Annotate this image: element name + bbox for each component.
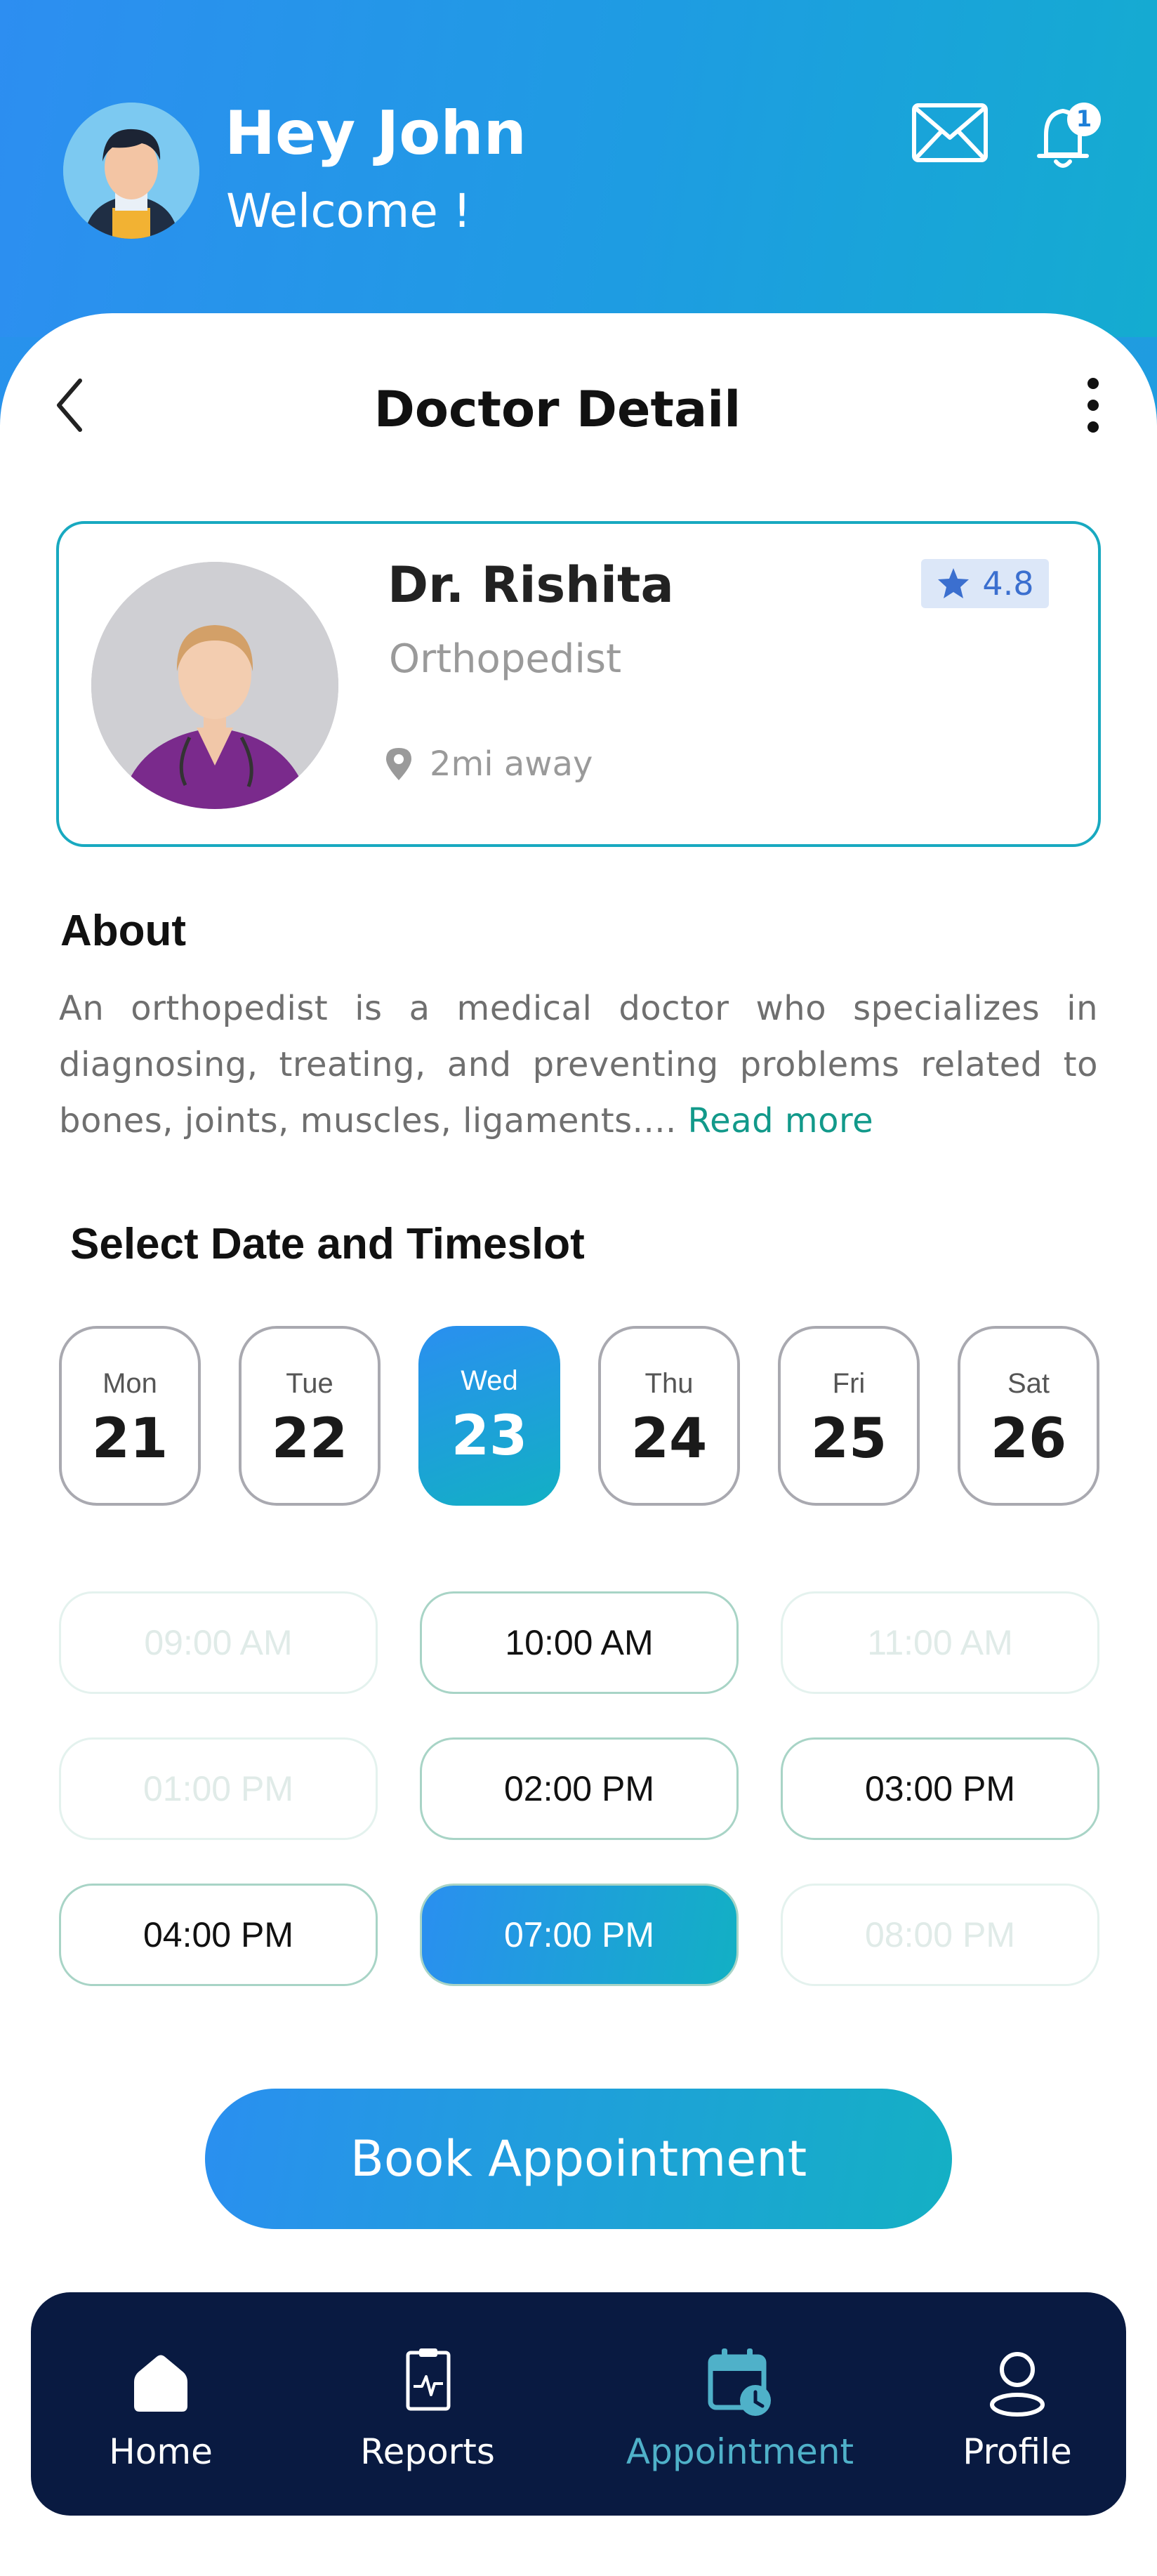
report-icon <box>406 2348 451 2411</box>
rating-value: 4.8 <box>982 565 1034 603</box>
user-icon <box>990 2352 1045 2417</box>
more-options-icon[interactable] <box>1080 368 1106 445</box>
about-text: An orthopedist is a medical doctor who s… <box>59 980 1098 1149</box>
nav-item-appointment[interactable]: Appointment <box>586 2292 894 2516</box>
doctor-card[interactable]: Dr. Rishita Orthopedist 2mi away 4.8 <box>56 521 1101 847</box>
nav-label: Appointment <box>626 2431 854 2472</box>
doctor-name: Dr. Rishita <box>388 556 674 614</box>
date-chip-thu[interactable]: Thu 24 <box>598 1326 740 1506</box>
doctor-photo <box>91 562 338 809</box>
timeslot[interactable]: 03:00 PM <box>781 1737 1099 1840</box>
calendar-clock-icon <box>708 2348 771 2416</box>
app-header: Hey John Welcome ! 1 <box>0 0 1157 337</box>
timeslot: 09:00 AM <box>59 1591 378 1694</box>
bottom-nav: Home Reports Appointment Profile <box>31 2292 1126 2516</box>
date-selector: Mon 21 Tue 22 Wed 23 Thu 24 Fri 25 Sat 2… <box>59 1326 1099 1506</box>
date-day: 26 <box>990 1407 1067 1471</box>
date-dow: Tue <box>286 1368 333 1399</box>
timeslot: 01:00 PM <box>59 1737 378 1840</box>
timeslot: 08:00 PM <box>781 1884 1099 1986</box>
date-dow: Mon <box>103 1368 157 1399</box>
doctor-distance: 2mi away <box>383 744 593 784</box>
home-icon <box>134 2355 187 2412</box>
timeslot[interactable]: 04:00 PM <box>59 1884 378 1986</box>
date-chip-tue[interactable]: Tue 22 <box>239 1326 381 1506</box>
date-day: 23 <box>451 1405 528 1468</box>
nav-item-home[interactable]: Home <box>73 2292 249 2516</box>
date-day: 22 <box>271 1407 348 1471</box>
date-dow: Sat <box>1007 1368 1050 1399</box>
date-dow: Wed <box>461 1365 518 1396</box>
greeting-subtitle: Welcome ! <box>226 184 472 238</box>
nav-label: Home <box>109 2431 213 2472</box>
nav-label: Reports <box>360 2431 495 2472</box>
timeslot[interactable]: 02:00 PM <box>420 1737 739 1840</box>
doctor-specialty: Orthopedist <box>389 636 622 682</box>
page-title: Doctor Detail <box>373 381 741 438</box>
read-more-link[interactable]: Read more <box>687 1101 873 1141</box>
star-icon <box>938 568 970 598</box>
date-dow: Fri <box>832 1368 866 1399</box>
about-body: An orthopedist is a medical doctor who s… <box>59 989 1098 1141</box>
nav-label: Profile <box>963 2431 1072 2472</box>
mail-icon[interactable] <box>911 103 989 163</box>
date-day: 25 <box>810 1407 887 1471</box>
rating-badge: 4.8 <box>921 559 1049 608</box>
book-appointment-button[interactable]: Book Appointment <box>205 2089 952 2229</box>
date-chip-wed[interactable]: Wed 23 <box>418 1326 560 1506</box>
date-chip-mon[interactable]: Mon 21 <box>59 1326 201 1506</box>
main-content: Doctor Detail Dr. Rishita Orthopedist 2m… <box>0 313 1157 2576</box>
about-heading: About <box>60 907 187 955</box>
date-chip-sat[interactable]: Sat 26 <box>958 1326 1099 1506</box>
schedule-heading: Select Date and Timeslot <box>70 1220 585 1268</box>
nav-item-reports[interactable]: Reports <box>326 2292 529 2516</box>
notification-bell-icon[interactable]: 1 <box>1026 96 1105 174</box>
timeslot-grid: 09:00 AM 10:00 AM 11:00 AM 01:00 PM 02:0… <box>59 1591 1099 1989</box>
timeslot: 11:00 AM <box>781 1591 1099 1694</box>
date-dow: Thu <box>644 1368 694 1399</box>
nav-item-profile[interactable]: Profile <box>930 2292 1105 2516</box>
location-pin-icon <box>386 748 411 780</box>
distance-text: 2mi away <box>430 744 593 784</box>
date-day: 21 <box>91 1407 168 1471</box>
greeting-title: Hey John <box>225 98 527 169</box>
date-day: 24 <box>630 1407 708 1471</box>
timeslot-selected[interactable]: 07:00 PM <box>420 1884 739 1986</box>
user-avatar[interactable] <box>63 103 199 239</box>
timeslot[interactable]: 10:00 AM <box>420 1591 739 1694</box>
date-chip-fri[interactable]: Fri 25 <box>778 1326 920 1506</box>
notification-badge: 1 <box>1076 105 1092 132</box>
